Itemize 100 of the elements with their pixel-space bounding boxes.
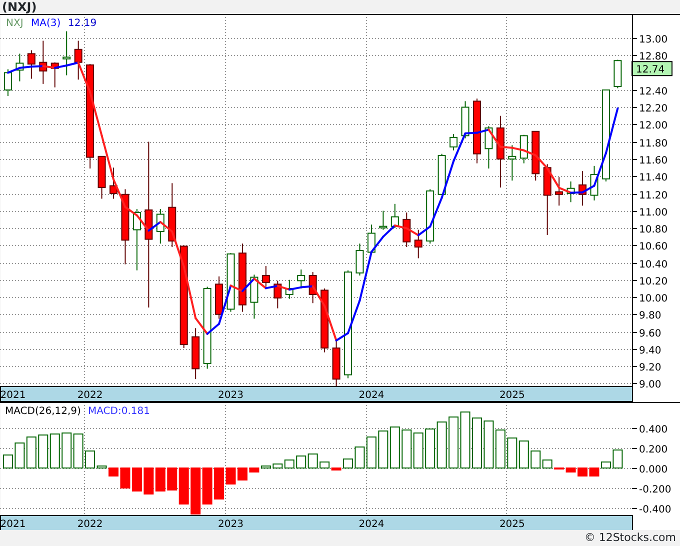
axis-label: 10.00: [639, 294, 668, 304]
candlestick: [367, 224, 376, 254]
axis-label: 9.40: [639, 346, 662, 356]
candlestick: [543, 164, 552, 236]
candlestick: [226, 252, 235, 312]
axis-label: 0.400: [639, 424, 668, 436]
candlestick: [450, 133, 458, 151]
candlestick: [285, 279, 294, 300]
candlestick: [250, 274, 258, 320]
axis-label: 2023: [218, 390, 244, 401]
candlestick: [215, 276, 224, 320]
macd-bar: [612, 450, 623, 468]
candlestick: [356, 243, 364, 276]
candlestick: [484, 126, 493, 169]
axis-label: 9.80: [639, 310, 662, 322]
macd-bar: [518, 440, 529, 468]
indicator-value: MACD:0.181: [88, 406, 150, 417]
axis-label: 13.00: [639, 34, 668, 46]
candlestick: [4, 68, 12, 96]
macd-bar: [237, 468, 248, 480]
axis-label: 12.20: [639, 104, 668, 114]
macd-bar: [413, 432, 424, 468]
candlestick: [62, 30, 71, 76]
candlestick: [74, 40, 82, 80]
macd-bar: [484, 420, 494, 468]
candlestick: [16, 53, 24, 82]
candlestick: [156, 208, 164, 244]
indicator-label: MACD(26,12,9): [5, 406, 81, 417]
axis-label: 2024: [358, 390, 384, 401]
candlestick: [532, 130, 540, 182]
candlestick: [438, 153, 446, 195]
macd-bar: [108, 468, 118, 476]
macd-bar: [378, 430, 388, 468]
axis-label: 2022: [77, 519, 103, 530]
macd-bar: [425, 428, 436, 468]
macd-bar: [460, 412, 470, 468]
macd-bar: [26, 436, 36, 468]
macd-bar: [308, 454, 318, 468]
macd-bar: [402, 430, 412, 468]
macd-bar: [390, 426, 400, 468]
candlestick: [192, 328, 200, 380]
chart-title: (NXJ): [2, 0, 37, 14]
candlestick: [98, 156, 106, 200]
candlestick: [402, 212, 411, 248]
macd-bar: [202, 468, 212, 504]
axis-label: 2021: [0, 519, 26, 530]
axis-label: 12.40: [639, 86, 668, 98]
axis-label: 2024: [358, 519, 384, 530]
macd-bar: [120, 468, 130, 488]
axis-label: 11.80: [639, 138, 668, 150]
macd-bar: [144, 468, 154, 494]
macd-bar: [495, 430, 506, 468]
macd-bar: [578, 468, 588, 476]
candlestick: [590, 165, 598, 201]
axis-label: 10.60: [639, 242, 668, 252]
candlestick: [297, 268, 306, 289]
candlestick: [110, 167, 118, 200]
candlestick: [414, 229, 422, 259]
axis-label: -0.200: [639, 484, 672, 496]
macd-bar: [50, 434, 60, 468]
candlestick: [168, 182, 176, 248]
candlestick: [50, 62, 59, 88]
candlestick: [332, 340, 340, 386]
macd-bar: [190, 468, 201, 514]
axis-label: 0.200: [639, 444, 668, 456]
macd-bar: [436, 422, 447, 468]
indicator-value: 12.19: [68, 18, 97, 29]
copyright-text: © 12Stocks.com: [584, 530, 676, 546]
axis-label: 2021: [0, 390, 26, 401]
candlestick: [614, 59, 622, 89]
macd-bar: [472, 418, 482, 468]
candlestick: [308, 272, 317, 304]
indicator-label: MA(3): [31, 18, 61, 29]
candlestick: [520, 134, 528, 164]
candlestick: [555, 176, 564, 206]
candlestick: [39, 40, 48, 84]
macd-bar: [155, 468, 166, 492]
axis-label: 10.40: [639, 260, 668, 270]
candlestick: [274, 280, 282, 309]
candlestick: [578, 170, 587, 206]
candlestick: [132, 208, 141, 271]
macd-bar: [38, 434, 48, 468]
symbol-label: NXJ: [6, 18, 24, 29]
axis-label: 10.20: [639, 276, 668, 288]
candlestick: [379, 210, 388, 230]
axis-label: 12.80: [639, 52, 668, 62]
macd-bar: [448, 416, 459, 468]
macd-bar: [589, 468, 600, 476]
axis-label: 10.80: [639, 224, 668, 236]
macd-bar: [343, 458, 353, 468]
macd-bar: [507, 438, 518, 468]
candlestick: [238, 243, 246, 312]
axis-label: -0.400: [639, 504, 672, 516]
axis-label: 2023: [218, 519, 244, 530]
axis-label: 11.20: [639, 190, 668, 202]
axis-label: 2025: [499, 519, 525, 530]
candlestick: [508, 144, 516, 182]
axis-label: 12.00: [639, 120, 668, 132]
macd-bar: [132, 468, 142, 492]
candlestick: [390, 203, 399, 229]
